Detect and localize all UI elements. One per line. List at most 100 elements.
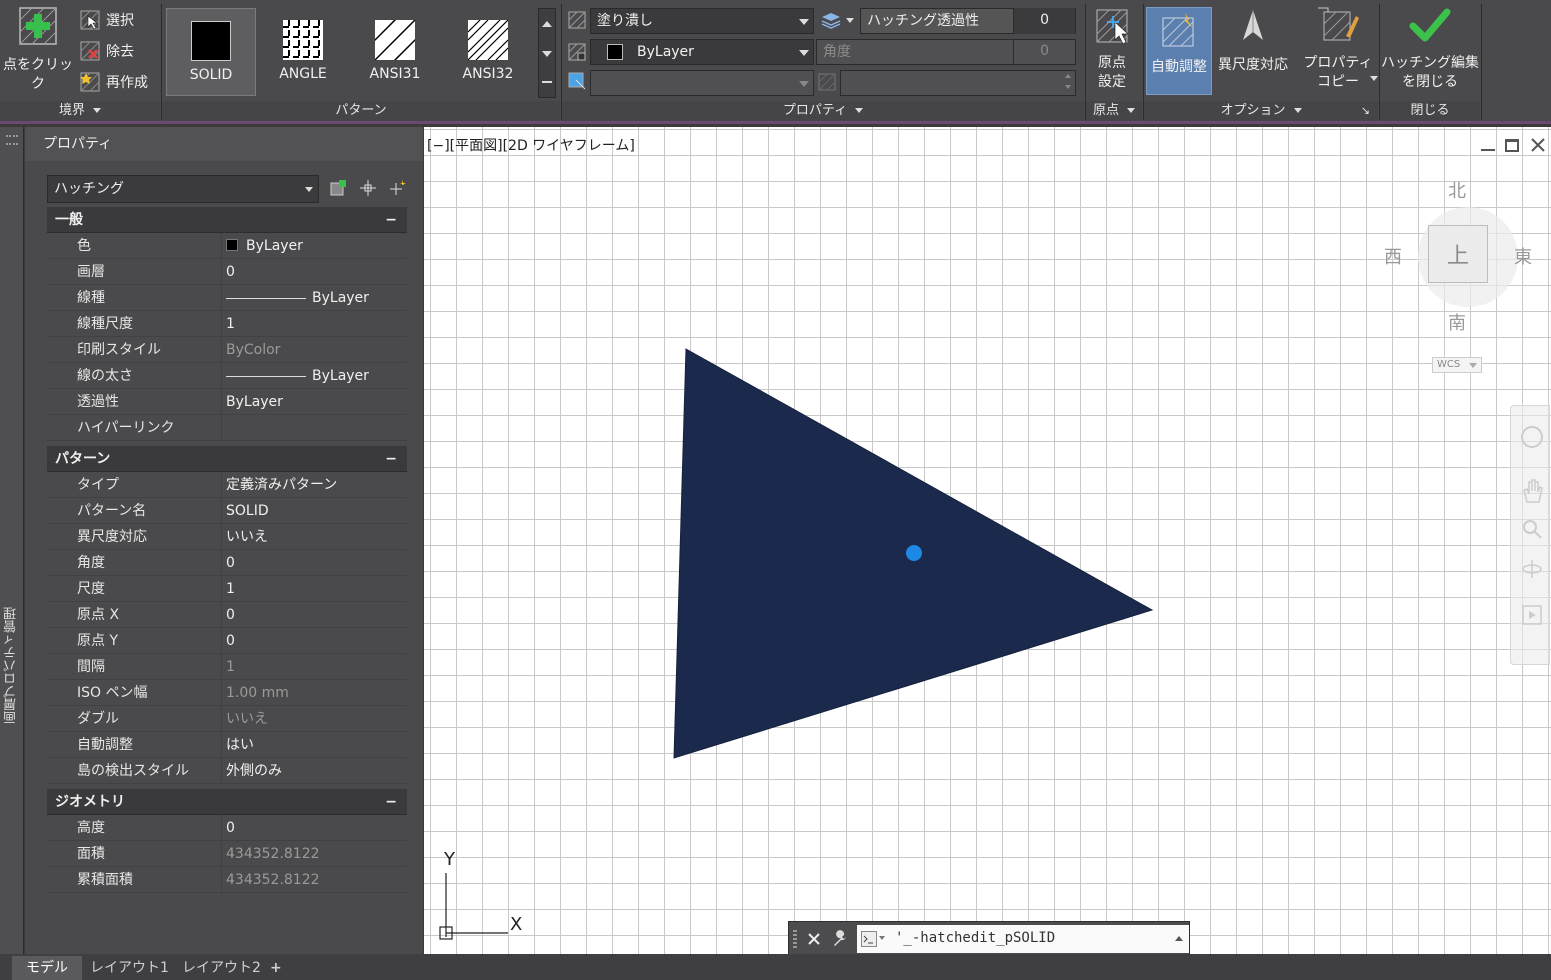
expand-gallery-icon[interactable] [539, 69, 555, 97]
prop-row[interactable]: 線の太さ ByLayer [47, 363, 407, 389]
prop-row[interactable]: タイプ 定義済みパターン [47, 472, 407, 498]
prop-row[interactable]: ダブル いいえ [47, 706, 407, 732]
chevron-down-icon[interactable] [846, 18, 854, 23]
toggle-pickadd-button[interactable] [327, 177, 349, 199]
select-button[interactable]: 選択 [80, 10, 134, 30]
close-command-line-icon[interactable] [807, 932, 821, 946]
command-history-up-icon[interactable] [1175, 936, 1183, 941]
prop-row[interactable]: ISO ペン幅 1.00 mm [47, 680, 407, 706]
command-line-grip-icon[interactable] [793, 930, 797, 948]
tab-layout2[interactable]: レイアウト2 [168, 956, 275, 980]
tab-layout1[interactable]: レイアウト1 [76, 956, 183, 980]
prop-row[interactable]: 異尺度対応 いいえ [47, 524, 407, 550]
color-swatch [607, 44, 623, 60]
match-properties-button[interactable]: プロパティ コピー [1300, 6, 1378, 92]
prop-row[interactable]: パターン名 SOLID [47, 498, 407, 524]
drawing-viewport[interactable]: [−][平面図][2D ワイヤフレーム] 北 西 東 南 上 WCS Y X '… [424, 127, 1551, 954]
associative-toggle-button[interactable]: 自動調整 [1146, 7, 1212, 95]
annotative-icon [1243, 10, 1263, 40]
layer-properties-side-tab[interactable]: 画層プロパティ管理 [2, 607, 21, 724]
pattern-tile-label: SOLID [189, 67, 233, 83]
associative-label: 自動調整 [1151, 59, 1207, 75]
drawing-canvas[interactable] [424, 127, 1551, 954]
object-type-select[interactable]: ハッチング [47, 175, 319, 203]
prop-key: 原点 X [67, 602, 222, 627]
hatch-color-select[interactable]: ByLayer [590, 39, 814, 65]
close-hatch-editor-button[interactable]: ハッチング編集 を閉じる [1380, 6, 1480, 92]
prop-row[interactable]: 原点 X0 [47, 602, 407, 628]
scroll-up-icon[interactable] [539, 9, 555, 39]
pattern-tile-ansi31[interactable]: ANSI31 [350, 8, 440, 96]
hatch-center-grip[interactable] [906, 545, 922, 561]
prop-row[interactable]: 島の検出スタイル 外側のみ [47, 758, 407, 784]
angle-label: 角度 [823, 44, 851, 60]
chevron-down-icon [799, 81, 809, 87]
transparency-field[interactable]: ハッチング透過性 0 [860, 8, 1076, 34]
remove-button[interactable]: 除去 [80, 41, 134, 61]
prop-row[interactable]: ハイパーリンク [47, 415, 407, 441]
layout-tabs: モデル レイアウト1 レイアウト2 + [0, 954, 1551, 980]
command-prompt-icon[interactable] [861, 931, 877, 947]
prop-row[interactable]: 角度 0 [47, 550, 407, 576]
prop-row[interactable]: 尺度 1 [47, 576, 407, 602]
prop-row[interactable]: 高度 0 [47, 815, 407, 841]
pick-points-button[interactable]: 点をクリック [2, 6, 74, 94]
angle-pattern-icon [283, 20, 323, 60]
section-header[interactable]: ジオメトリ − [47, 789, 407, 815]
remove-icon [80, 41, 100, 61]
dialog-launcher-icon[interactable]: ↘ [1361, 101, 1370, 121]
section-title: ジオメトリ [55, 794, 125, 810]
scroll-down-icon[interactable] [539, 39, 555, 69]
pattern-tile-solid[interactable]: SOLID [166, 8, 256, 96]
set-origin-button[interactable]: 原点 設定 [1086, 6, 1138, 92]
quick-select-button[interactable] [387, 177, 409, 199]
grip-icon[interactable] [6, 135, 18, 145]
prop-row[interactable]: 線種尺度 1 [47, 311, 407, 337]
prop-value: 1 [226, 581, 235, 597]
prop-key: 面積 [67, 841, 222, 866]
section-header[interactable]: 一般 − [47, 207, 407, 233]
properties-panel-title[interactable]: プロパティ [562, 101, 1084, 121]
transparency-value[interactable]: 0 [1013, 8, 1075, 34]
prop-value: 0 [226, 555, 235, 571]
prop-row[interactable]: 線種 ByLayer [47, 285, 407, 311]
lineweight-preview [226, 375, 306, 377]
prop-value: 0 [226, 633, 235, 649]
prop-row[interactable]: 面積 434352.8122 [47, 841, 407, 867]
prop-row[interactable]: 透過性 ByLayer [47, 389, 407, 415]
chevron-down-icon[interactable] [879, 936, 885, 940]
angle-field[interactable]: 角度 0 [816, 39, 1076, 65]
prop-row[interactable]: 印刷スタイル ByColor [47, 337, 407, 363]
add-layout-button[interactable]: + [262, 956, 290, 980]
command-text: '_-hatchedit_pSOLID [895, 930, 1056, 946]
prop-value: 定義済みパターン [226, 477, 338, 493]
properties-title-text: プロパティ [782, 103, 848, 118]
prop-value: いいえ [226, 529, 268, 545]
boundary-panel-title[interactable]: 境界 [0, 101, 160, 121]
origin-panel-title[interactable]: 原点 [1086, 101, 1142, 121]
section-header[interactable]: パターン − [47, 446, 407, 472]
ansi32-pattern-icon [468, 20, 508, 60]
command-input[interactable]: '_-hatchedit_pSOLID [857, 925, 1189, 953]
options-panel-title[interactable]: オプション ↘ [1144, 101, 1378, 121]
prop-row[interactable]: 色 ByLayer [47, 233, 407, 259]
prop-row[interactable]: 原点 Y0 [47, 628, 407, 654]
tab-model[interactable]: モデル [12, 956, 82, 980]
prop-row[interactable]: 自動調整 はい [47, 732, 407, 758]
prop-row[interactable]: 画層 0 [47, 259, 407, 285]
customize-wrench-icon[interactable] [831, 930, 849, 948]
hatch-type-select[interactable]: 塗り潰し [590, 8, 814, 34]
select-objects-button[interactable] [357, 177, 379, 199]
transparency-label: ハッチング透過性 [867, 13, 979, 29]
annotative-button[interactable]: 異尺度対応 [1214, 6, 1292, 75]
pattern-tile-ansi32[interactable]: ANSI32 [443, 8, 533, 96]
close-panel-title: 閉じる [1380, 101, 1480, 121]
recreate-button[interactable]: 再作成 [80, 72, 148, 92]
section-title: 一般 [55, 212, 83, 228]
background-color-select[interactable] [590, 70, 814, 96]
close-panel: ハッチング編集 を閉じる 閉じる [1380, 0, 1480, 124]
hatch-scale-field[interactable] [840, 70, 1076, 96]
prop-row[interactable]: 累積面積 434352.8122 [47, 867, 407, 893]
pattern-tile-angle[interactable]: ANGLE [258, 8, 348, 96]
prop-row[interactable]: 間隔 1 [47, 654, 407, 680]
